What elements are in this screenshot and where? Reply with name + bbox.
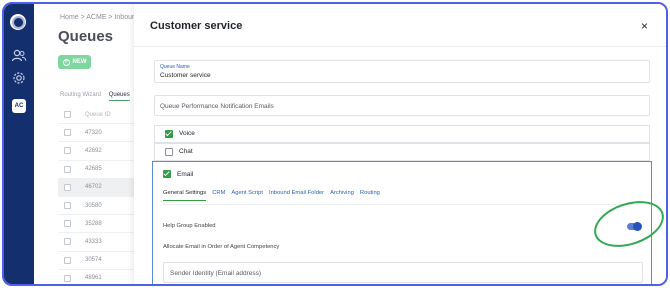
notification-emails-placeholder: Queue Performance Notification Emails [160,103,274,110]
tab-general-settings[interactable]: General Settings [163,190,207,201]
drawer-title: Customer service [150,20,243,32]
tab-agent-script[interactable]: Agent Script [231,190,263,201]
queue-id: 35288 [85,220,102,227]
tab-routing-wizard[interactable]: Routing Wizard [60,92,101,98]
chat-checkbox[interactable] [165,148,173,156]
notification-emails-field[interactable]: Queue Performance Notification Emails [154,95,650,116]
logo-icon[interactable] [10,14,26,30]
queue-id: 42692 [85,147,102,154]
page-title: Queues [58,28,114,45]
help-group-label: Help Group Enabled [163,223,216,229]
plus-icon: + [62,58,70,66]
queue-id: 30580 [85,202,102,209]
breadcrumb[interactable]: Home > ACME > Inbound [60,14,140,21]
row-checkbox[interactable] [64,147,71,155]
queue-id: 42685 [85,166,102,173]
tab-queues[interactable]: Queues [108,92,130,101]
allocate-label: Allocate Email in Order of Agent Compete… [163,244,280,250]
sender-identity-field[interactable]: Sender Identity (Email address) [163,262,643,283]
tab-inbound-email-folder[interactable]: Inbound Email Folder [269,190,324,201]
select-all-checkbox[interactable] [64,111,71,119]
app-frame: AC Home > ACME > Inbound Queues + NEW Ro… [2,2,668,286]
email-label: Email [177,171,194,178]
new-button-label: NEW [72,59,87,65]
tab-archiving[interactable]: Archiving [330,190,354,201]
queue-drawer: Customer service × Queue Name Customer s… [134,4,666,284]
gear-icon[interactable] [11,70,27,86]
email-tabs: General Settings CRM Agent Script Inboun… [163,190,386,201]
avatar[interactable]: AC [12,99,26,113]
tabs-divider [163,204,641,205]
channel-chat[interactable]: Chat [154,143,650,161]
nav-rail: AC [4,4,34,284]
channel-voice[interactable]: Voice [154,125,650,143]
tab-routing[interactable]: Routing [360,190,380,201]
queue-name-input[interactable]: Customer service [160,72,211,79]
queue-id: 43333 [85,238,102,245]
column-header-queue-id[interactable]: Queue ID [85,112,111,118]
queue-name-field[interactable]: Queue Name Customer service [154,60,650,83]
users-icon[interactable] [11,48,27,64]
row-checkbox[interactable] [64,183,71,191]
new-button[interactable]: + NEW [58,55,91,69]
queue-id: 30574 [85,257,102,264]
queue-id: 46702 [85,184,102,191]
row-checkbox[interactable] [64,274,71,282]
email-checkbox[interactable] [163,170,171,178]
sender-identity-placeholder: Sender Identity (Email address) [170,270,262,277]
queue-id: 48961 [85,275,102,282]
chat-label: Chat [179,148,193,155]
channel-email-section: Email General Settings CRM Agent Script … [152,161,666,284]
close-icon[interactable]: × [641,20,648,32]
row-checkbox[interactable] [64,256,71,264]
voice-label: Voice [179,130,195,137]
row-checkbox[interactable] [64,238,71,246]
row-checkbox[interactable] [64,129,71,137]
queue-name-label: Queue Name [160,64,190,70]
tab-crm[interactable]: CRM [212,190,225,201]
row-checkbox[interactable] [64,202,71,210]
row-checkbox[interactable] [64,165,71,173]
row-checkbox[interactable] [64,220,71,228]
voice-checkbox[interactable] [165,130,173,138]
divider [134,46,666,47]
queue-id: 47320 [85,129,102,136]
highlight-circle [588,192,666,256]
